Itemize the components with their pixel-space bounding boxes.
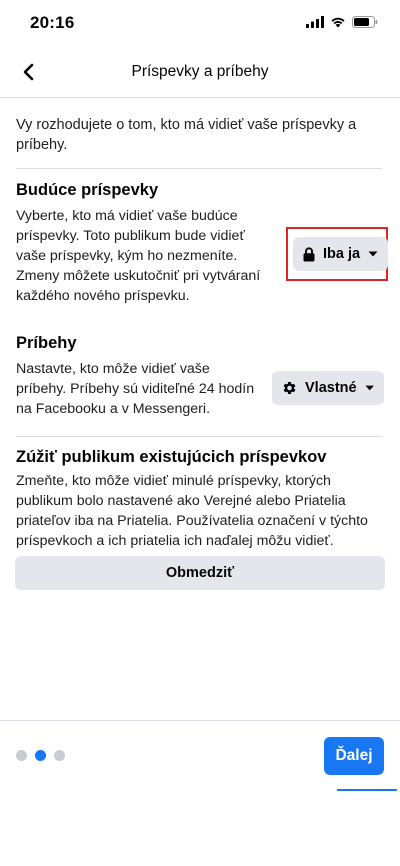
battery-icon [352,16,378,28]
stories-audience-button[interactable]: Vlastné [272,371,384,405]
future-posts-audience-button[interactable]: Iba ja [293,237,389,271]
footer-divider [0,720,400,721]
status-time: 20:16 [30,13,75,32]
divider [16,436,382,437]
pager-dot [16,750,27,761]
pager-dot-active [35,750,46,761]
stories-desc-line: Nastavte, kto môže vidieť vaše [16,361,210,377]
divider [16,168,382,169]
future-posts-desc-line: Vyberte, kto má vidieť vaše budúce [16,208,238,224]
limit-past-title: Zúžiť publikum existujúcich príspevkov [16,448,327,466]
next-button[interactable]: Ďalej [324,737,384,775]
future-posts-desc-line: každého nového príspevku. [16,288,190,304]
stories-desc-line: na Facebooku a v Messengeri. [16,401,211,417]
stories-audience-label: Vlastné [305,380,357,396]
limit-past-description: Zmeňte, kto môže vidieť minulé príspevky… [16,471,386,551]
caret-down-icon [368,251,378,257]
future-posts-desc-line: Zmeny môžete uskutočniť pri vytváraní [16,268,261,284]
intro-text: Vy rozhodujete o tom, kto má vidieť vaše… [16,117,357,153]
pager [16,750,65,761]
wifi-icon [331,17,345,28]
status-bar: 20:16 [0,0,400,46]
gear-icon [283,381,296,395]
lock-icon [303,246,315,261]
nav-bar: Príspevky a príbehy [0,46,400,98]
bottom-accent-line [337,789,397,791]
limit-past-desc-line: príspevkoch a ich priatelia ich naďalej … [16,533,334,549]
future-posts-description: Vyberte, kto má vidieť vaše budúce prísp… [16,206,260,306]
stories-desc-line: príbehy. Príbehy sú viditeľné 24 hodín [16,381,255,397]
caret-down-icon [365,385,374,391]
limit-past-desc-line: publikum bolo nastavené ako Verejné aleb… [16,493,346,509]
future-posts-desc-line: vaše príspevky, kým ho nezmeníte. [16,248,238,264]
limit-past-desc-line: Zmeňte, kto môže vidieť minulé príspevky… [16,473,331,489]
page-title: Príspevky a príbehy [131,63,269,80]
future-posts-desc-line: príspevky. Toto publikum bude vidieť [16,228,245,244]
pager-dot [54,750,65,761]
limit-button[interactable]: Obmedziť [15,556,385,590]
stories-title: Príbehy [16,334,77,352]
stories-description: Nastavte, kto môže vidieť vaše príbehy. … [16,359,254,419]
future-posts-title: Budúce príspevky [16,181,159,199]
cellular-signal-icon [306,16,324,28]
limit-past-desc-line: priateľov iba na Priatelia. Používatelia… [16,513,368,529]
status-icons [306,16,378,28]
future-posts-audience-label: Iba ja [323,246,361,262]
